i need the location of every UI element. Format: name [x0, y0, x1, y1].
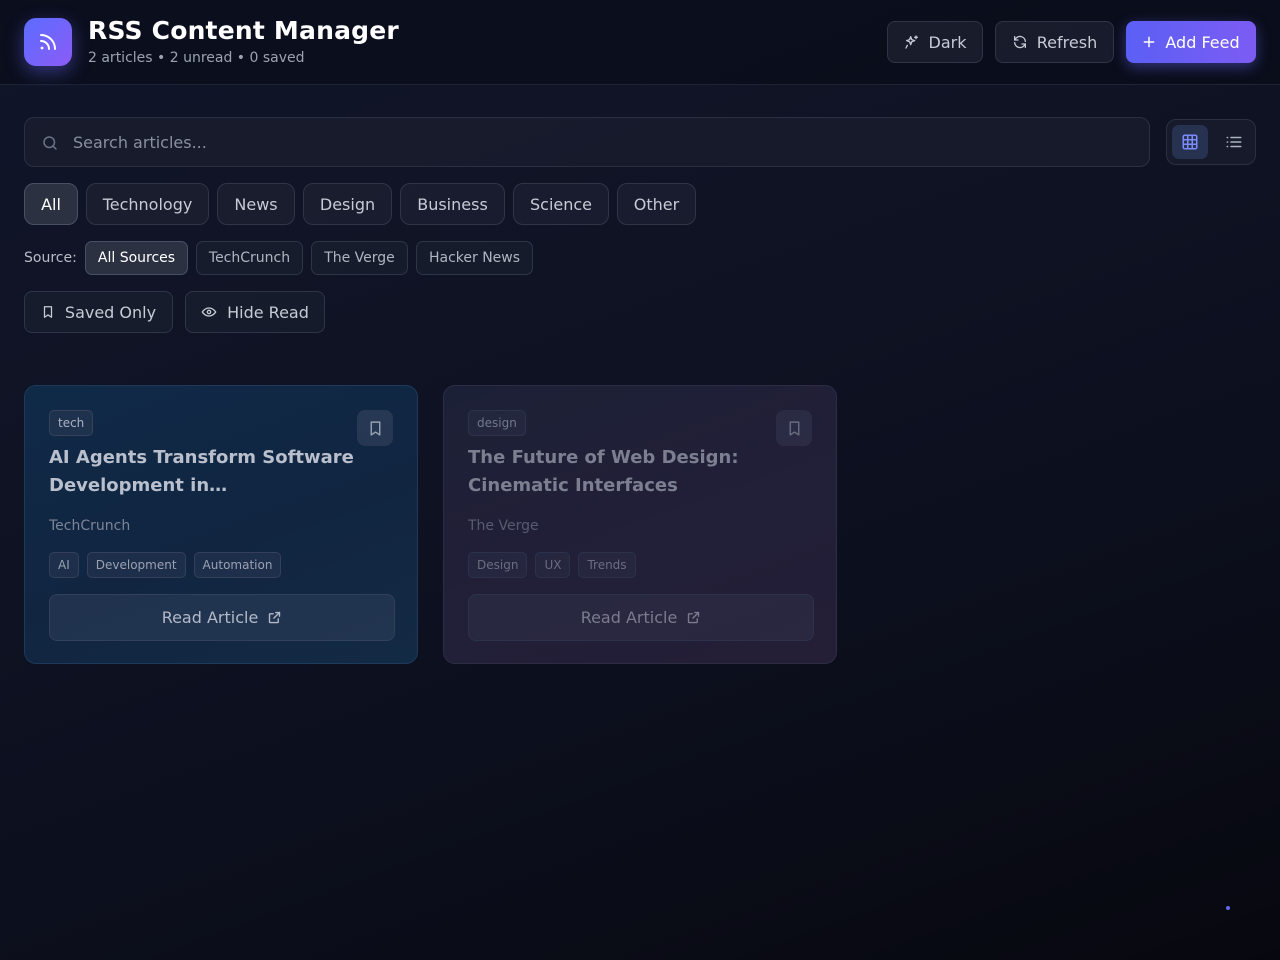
add-feed-label: Add Feed [1165, 32, 1240, 52]
category-design[interactable]: Design [303, 183, 392, 225]
app-stats: 2 articles • 2 unread • 0 saved [88, 50, 305, 66]
category-business[interactable]: Business [400, 183, 505, 225]
hide-read-label: Hide Read [227, 302, 309, 322]
list-view-button[interactable] [1216, 125, 1252, 159]
save-article-button[interactable] [776, 410, 812, 446]
article-tags: Design UX Trends [468, 552, 636, 578]
article-title[interactable]: AI Agents Transform Software Development… [49, 444, 369, 500]
search-input[interactable] [73, 118, 1133, 166]
category-technology[interactable]: Technology [86, 183, 209, 225]
refresh-icon [1013, 35, 1026, 49]
article-tag: Development [86, 552, 186, 578]
refresh-label: Refresh [1036, 32, 1098, 52]
theme-toggle-button[interactable]: Dark [887, 21, 983, 63]
article-card[interactable]: tech AI Agents Transform Software Develo… [24, 385, 418, 664]
category-badge: design [468, 410, 526, 436]
external-link-icon [269, 611, 281, 624]
external-link-icon [688, 611, 700, 624]
theme-toggle-label: Dark [928, 32, 967, 52]
read-article-label: Read Article [161, 608, 259, 627]
article-tags: AI Development Automation [49, 552, 282, 578]
save-article-button[interactable] [357, 410, 393, 446]
source-the-verge[interactable]: The Verge [311, 241, 408, 275]
plus-icon [1143, 36, 1155, 48]
article-tag: Automation [193, 552, 282, 578]
source-all[interactable]: All Sources [85, 241, 188, 275]
read-article-button[interactable]: Read Article [468, 594, 814, 641]
article-tag: Trends [578, 552, 636, 578]
app-header: RSS Content Manager 2 articles • 2 unrea… [0, 0, 1280, 85]
article-tag: AI [49, 552, 79, 578]
list-icon [1226, 136, 1242, 148]
search-bar [24, 117, 1150, 167]
article-title[interactable]: The Future of Web Design: Cinematic Inte… [468, 444, 788, 500]
bookmark-icon [789, 420, 799, 436]
refresh-button[interactable]: Refresh [995, 21, 1114, 63]
article-source: The Verge [468, 518, 539, 534]
saved-only-toggle[interactable]: Saved Only [24, 291, 173, 333]
sparkles-icon [904, 35, 918, 49]
article-card[interactable]: design The Future of Web Design: Cinemat… [443, 385, 837, 664]
category-other[interactable]: Other [617, 183, 696, 225]
rss-icon [40, 34, 56, 50]
bookmark-icon [43, 306, 53, 318]
search-icon [43, 136, 57, 150]
article-tag: Design [468, 552, 528, 578]
bookmark-icon [370, 420, 380, 436]
category-news[interactable]: News [217, 183, 295, 225]
category-science[interactable]: Science [513, 183, 609, 225]
app-logo [24, 18, 72, 66]
app-title: RSS Content Manager [88, 16, 399, 45]
hide-read-toggle[interactable]: Hide Read [185, 291, 325, 333]
read-article-button[interactable]: Read Article [49, 594, 395, 641]
source-label: Source: [24, 250, 77, 266]
article-tag: UX [535, 552, 571, 578]
source-techcrunch[interactable]: TechCrunch [196, 241, 303, 275]
add-feed-button[interactable]: Add Feed [1126, 21, 1256, 63]
category-badge: tech [49, 410, 94, 436]
view-toggle [1166, 119, 1256, 165]
saved-only-label: Saved Only [64, 302, 157, 322]
grid-view-button[interactable] [1172, 125, 1208, 159]
category-all[interactable]: All [24, 183, 78, 225]
decorative-dot [1226, 906, 1230, 910]
article-source: TechCrunch [49, 518, 131, 534]
read-article-label: Read Article [580, 608, 678, 627]
eye-icon [201, 307, 217, 317]
source-hacker-news[interactable]: Hacker News [416, 241, 533, 275]
grid-icon [1182, 134, 1198, 150]
